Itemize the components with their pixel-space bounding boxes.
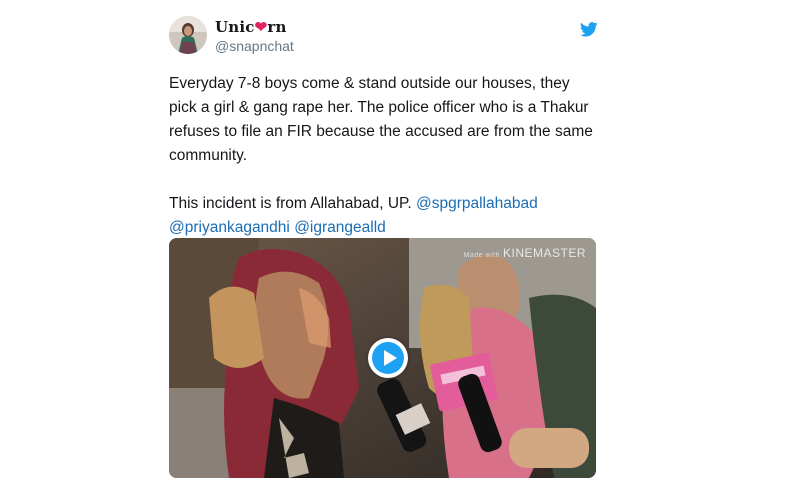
tweet-text-paragraph-2: This incident is from Allahabad, UP. @sp… [169, 192, 599, 240]
heart-icon: ❤ [254, 18, 268, 36]
display-name[interactable]: Unic❤rn [215, 18, 287, 36]
mention-link[interactable]: @priyankagandhi [169, 219, 290, 236]
watermark-text: KINEMASTER [502, 246, 586, 260]
tweet-card: Unic❤rn @snapnchat Everyday 7-8 boys com… [155, 0, 617, 484]
play-button[interactable] [368, 338, 408, 378]
user-handle[interactable]: @snapnchat [215, 38, 294, 54]
mention-link[interactable]: @igrangealld [294, 219, 386, 236]
display-name-prefix: Unic [215, 18, 255, 36]
display-name-suffix: rn [267, 18, 287, 36]
twitter-bird-icon[interactable] [580, 22, 598, 37]
tweet-text: Everyday 7-8 boys come & stand outside o… [169, 72, 599, 240]
watermark-small-text: Made with [463, 252, 500, 259]
play-icon [372, 342, 404, 374]
tweet-text-paragraph-1: Everyday 7-8 boys come & stand outside o… [169, 75, 593, 164]
kinemaster-watermark: Made with KINEMASTER [464, 246, 586, 260]
avatar-image [169, 16, 207, 54]
mention-link[interactable]: @spgrpallahabad [416, 195, 538, 212]
video-thumbnail[interactable]: Made with KINEMASTER [169, 238, 596, 478]
tweet-text-location: This incident is from Allahabad, UP. [169, 195, 412, 212]
avatar[interactable] [169, 16, 207, 54]
